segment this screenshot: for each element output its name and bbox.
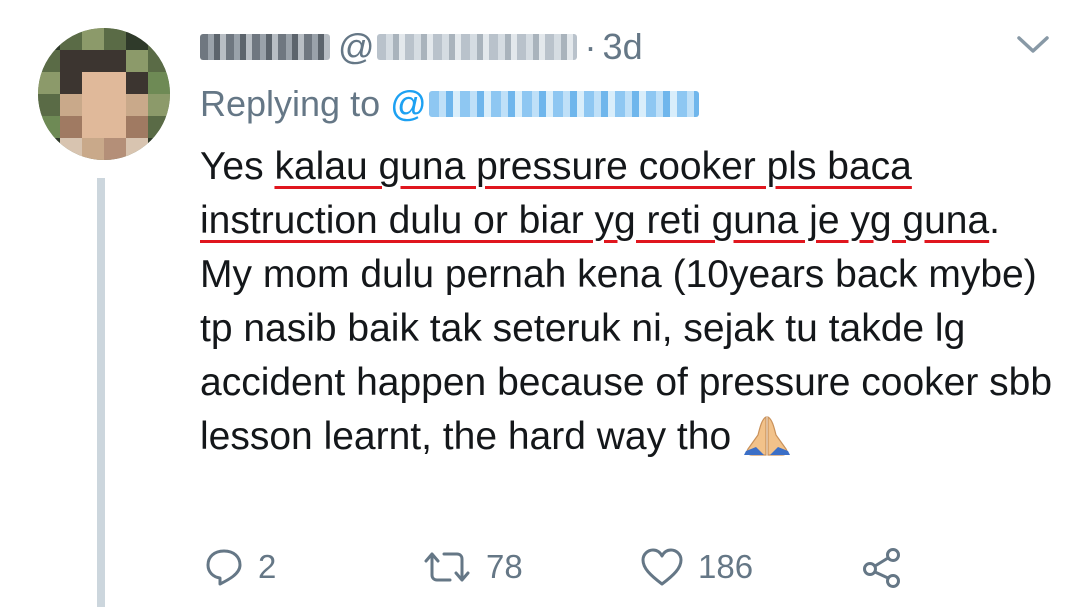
- retweet-count: 78: [486, 548, 523, 585]
- tweet-header: @ · 3d: [200, 22, 643, 72]
- avatar-pixel: [60, 72, 82, 94]
- avatar-pixel: [126, 50, 148, 72]
- thread-line: [97, 178, 105, 607]
- reply-count: 2: [258, 548, 277, 585]
- reply-action[interactable]: 2: [204, 540, 276, 594]
- avatar-pixel: [82, 50, 104, 72]
- avatar-pixel: [82, 138, 104, 160]
- replying-label: Replying to: [200, 83, 381, 124]
- tweet-text: Yes kalau guna pressure cooker pls baca …: [200, 140, 1060, 464]
- avatar-pixel: [82, 72, 104, 94]
- avatar-pixel: [126, 116, 148, 138]
- avatar-pixel: [148, 50, 170, 72]
- avatar-pixel: [82, 28, 104, 50]
- avatar-pixel: [126, 72, 148, 94]
- avatar-pixel: [38, 116, 60, 138]
- avatar-pixel: [148, 94, 170, 116]
- avatar-pixel: [126, 94, 148, 116]
- avatar-pixel: [60, 116, 82, 138]
- heart-icon[interactable]: [640, 547, 684, 587]
- timestamp[interactable]: 3d: [603, 26, 643, 68]
- avatar-pixel: [126, 138, 148, 160]
- avatar-pixel: [60, 28, 82, 50]
- avatar-pixel: [104, 116, 126, 138]
- handle-prefix: @: [338, 26, 375, 67]
- avatar-pixel: [126, 28, 148, 50]
- avatar-pixel: [148, 72, 170, 94]
- share-action[interactable]: [860, 540, 904, 594]
- reply-target-handle-redacted[interactable]: [428, 91, 699, 117]
- avatar-pixel: [38, 72, 60, 94]
- reply-icon[interactable]: [204, 547, 244, 587]
- avatar-pixel: [148, 28, 170, 50]
- display-name-redacted[interactable]: [200, 34, 330, 60]
- tweet-text-underlined: kalau guna pressure cooker pls baca inst…: [200, 145, 990, 242]
- avatar-pixel: [104, 138, 126, 160]
- like-count: 186: [698, 548, 754, 585]
- avatar-pixel: [38, 50, 60, 72]
- avatar-pixel: [60, 138, 82, 160]
- chevron-down-icon[interactable]: [1016, 34, 1050, 56]
- avatar-pixel: [82, 116, 104, 138]
- avatar-pixel: [104, 50, 126, 72]
- avatar[interactable]: [38, 28, 170, 160]
- avatar-pixel: [60, 94, 82, 116]
- avatar-pixel: [104, 28, 126, 50]
- separator-dot: ·: [584, 26, 597, 67]
- handle-redacted[interactable]: [376, 34, 577, 60]
- avatar-pixel: [38, 138, 60, 160]
- like-action[interactable]: 186: [640, 540, 753, 594]
- tweet-text-intro: Yes: [200, 145, 275, 188]
- avatar-pixel: [38, 94, 60, 116]
- share-icon[interactable]: [860, 545, 904, 589]
- retweet-action[interactable]: 78: [422, 540, 523, 594]
- avatar-pixel: [38, 28, 60, 50]
- avatar-pixel: [104, 94, 126, 116]
- avatar-pixel: [148, 116, 170, 138]
- avatar-pixel: [60, 50, 82, 72]
- avatar-pixel: [148, 138, 170, 160]
- retweet-icon[interactable]: [422, 547, 472, 587]
- avatar-pixel: [104, 72, 126, 94]
- reply-target-at[interactable]: @: [390, 83, 427, 125]
- folded-hands-icon: [744, 416, 790, 456]
- avatar-pixel: [82, 94, 104, 116]
- replying-to: Replying to @: [200, 80, 699, 128]
